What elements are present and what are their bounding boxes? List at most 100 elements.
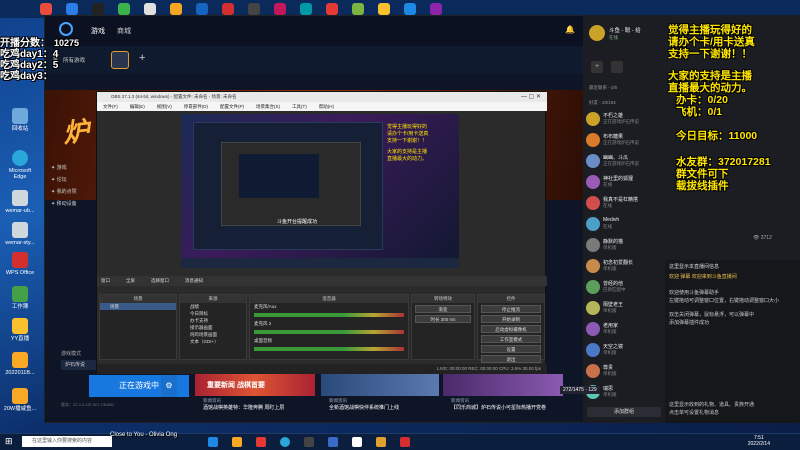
menu-help[interactable]: 帮助(H) [319, 102, 334, 111]
group-friends[interactable]: 好友 - 20/194 [589, 100, 616, 106]
menu-item-games[interactable]: ✦ 游戏 [51, 162, 97, 174]
friend-item[interactable]: 初念初爱翻长 单机版 [583, 258, 663, 276]
obs-preview[interactable]: 斗鱼开台提醒成功 觉得主播玩得好的 请办个卡/用卡送真 支持一下谢谢！！ 大家的支持… [181, 114, 459, 268]
taskbar-app-icon[interactable] [304, 437, 314, 447]
add-friend-icon[interactable]: + [591, 61, 603, 73]
app-icon[interactable] [92, 3, 104, 15]
windows-start-icon[interactable]: ⊞ [5, 436, 13, 447]
taskbar-app-icon[interactable] [328, 437, 338, 447]
news-title[interactable]: 【同乐商城】炉石传说小可星际热播开党卷 [451, 405, 561, 411]
taskbar-app-icon[interactable] [232, 437, 242, 447]
desktop-icon-file[interactable]: wemar-ub... [2, 190, 38, 214]
app-icon[interactable] [274, 3, 286, 15]
friend-item[interactable]: 不朽之雄 正在游戏炉石传说 [583, 111, 663, 129]
menu-scene-collection[interactable]: 场景集合(S) [256, 102, 280, 111]
source-fullscreen-btn[interactable]: 全屏 [126, 276, 135, 286]
taskbar-app-icon[interactable] [400, 437, 410, 447]
hearthstone-tab-icon[interactable] [111, 51, 129, 69]
app-icon[interactable] [170, 3, 182, 15]
tab-all-games[interactable]: 所有游戏 [63, 56, 85, 64]
settings-button[interactable]: 设置 [481, 345, 541, 353]
mixer-meter[interactable] [254, 347, 404, 351]
source-item[interactable]: 今日目标 [180, 310, 246, 317]
transition-select[interactable]: 渐变 [415, 305, 471, 313]
taskbar-app-icon[interactable] [208, 437, 218, 447]
friend-item[interactable]: 静默的猫 单机版 [583, 237, 663, 255]
source-item[interactable]: 接示器画面 [180, 324, 246, 331]
app-icon[interactable] [404, 3, 416, 15]
desktop-icon-sheet[interactable]: 工作簿 [2, 286, 38, 310]
app-icon[interactable] [378, 3, 390, 15]
source-notify-btn[interactable]: 消息通知 [185, 276, 203, 286]
mixer-meter[interactable] [254, 313, 404, 317]
scene-item[interactable]: 场景 [100, 303, 176, 310]
desktop-icon-folder[interactable]: 2022011B... [2, 352, 38, 376]
transition-duration[interactable]: 时长 300 ms [415, 315, 471, 323]
friend-item[interactable]: 老用家 单机版 [583, 321, 663, 339]
taskbar-app-icon[interactable] [352, 437, 362, 447]
taskbar-app-icon[interactable] [256, 437, 266, 447]
friend-item[interactable]: 神社里的狐狸 在线 [583, 174, 663, 192]
friend-item[interactable]: 布布糖果 正在游戏炉石传说 [583, 132, 663, 150]
desktop-icon-yy[interactable]: YY直播 [2, 318, 38, 342]
app-icon[interactable] [144, 3, 156, 15]
source-item[interactable]: 战绩 [180, 303, 246, 310]
app-icon[interactable] [196, 3, 208, 15]
nav-store[interactable]: 商城 [117, 26, 131, 36]
exit-button[interactable]: 退出 [481, 355, 541, 363]
menu-view[interactable]: 视图(V) [157, 102, 172, 111]
news-title[interactable]: 酒馆战棋英雄特：华隆奔腾 周盯上层 [203, 405, 313, 411]
news-title[interactable]: 全新酒馆战棋快伴系统推门上线 [329, 405, 439, 411]
news-card-image[interactable]: 重要新闻 战棋首要 [195, 374, 315, 396]
source-select-window-btn[interactable]: 选择窗口 [151, 276, 169, 286]
add-group-button[interactable]: 添加群组 [587, 407, 661, 417]
taskbar-search-input[interactable]: 在这里输入你要搜索的内容 [22, 436, 112, 447]
app-icon[interactable] [352, 3, 364, 15]
friend-item[interactable]: 我真不是杠精搭 在线 [583, 195, 663, 213]
menu-item-forum[interactable]: ✦ 论坛 [51, 174, 97, 186]
window-controls[interactable]: — ▢ ✕ [521, 93, 541, 100]
desktop-icon-recycle[interactable]: 回收站 [2, 108, 38, 132]
app-icon[interactable] [40, 3, 52, 15]
taskbar-app-icon[interactable] [280, 437, 290, 447]
news-card-image[interactable] [443, 374, 563, 396]
taskbar-app-icon[interactable] [376, 437, 386, 447]
menu-item-mobile[interactable]: ✦ 移动设备 [51, 198, 97, 210]
app-icon[interactable] [430, 3, 442, 15]
news-card-image[interactable] [321, 374, 439, 396]
add-tab-button[interactable]: + [139, 52, 145, 64]
source-item[interactable]: 办卡支持 [180, 317, 246, 324]
source-window-btn[interactable]: 窗口 [101, 276, 110, 286]
friend-item[interactable]: 幽幽、斗瓜 正在游戏炉石传说 [583, 153, 663, 171]
desktop-icon-file[interactable]: wemar-sty... [2, 222, 38, 246]
taskbar-clock[interactable]: 7:51 2022/2/14 [748, 435, 770, 447]
friend-item[interactable]: 隔壁老王 单机版 [583, 300, 663, 318]
menu-tools[interactable]: 工具(T) [292, 102, 307, 111]
desktop-icon-edge[interactable]: Microsoft Edge [2, 150, 38, 180]
stop-stream-button[interactable]: 停止推流 [481, 305, 541, 313]
menu-file[interactable]: 文件(F) [103, 102, 118, 111]
desktop-icon-wps[interactable]: WPS Office [2, 252, 38, 276]
studio-mode-button[interactable]: 工作室模式 [481, 335, 541, 343]
app-icon[interactable] [222, 3, 234, 15]
group-recent[interactable]: 最近联系 - 0/0 [589, 85, 617, 91]
app-icon[interactable] [248, 3, 260, 15]
virtual-camera-button[interactable]: 启动虚拟摄像机 [481, 325, 541, 333]
group-icon[interactable] [611, 61, 623, 73]
source-item[interactable]: 炖鸡场景画面 [180, 331, 246, 338]
mixer-meter[interactable] [254, 330, 404, 334]
menu-profile[interactable]: 配置文件(P) [220, 102, 244, 111]
desktop-icon-folder[interactable]: 20W播咸鱼... [2, 388, 38, 412]
friend-item[interactable]: 天空之镜 单机版 [583, 342, 663, 360]
friend-item[interactable]: 尊贵 单机版 [583, 363, 663, 381]
app-icon[interactable] [326, 3, 338, 15]
start-record-button[interactable]: 开始录制 [481, 315, 541, 323]
app-icon[interactable] [118, 3, 130, 15]
menu-docks[interactable]: 停靠部件(D) [184, 102, 208, 111]
avatar[interactable] [589, 25, 605, 41]
friend-item[interactable]: Medivh 在线 [583, 216, 663, 234]
app-icon[interactable] [66, 3, 78, 15]
source-item[interactable]: 文本（GDI+） [180, 338, 246, 345]
menu-edit[interactable]: 编辑(E) [130, 102, 145, 111]
bell-icon[interactable]: 🔔 [565, 25, 575, 34]
